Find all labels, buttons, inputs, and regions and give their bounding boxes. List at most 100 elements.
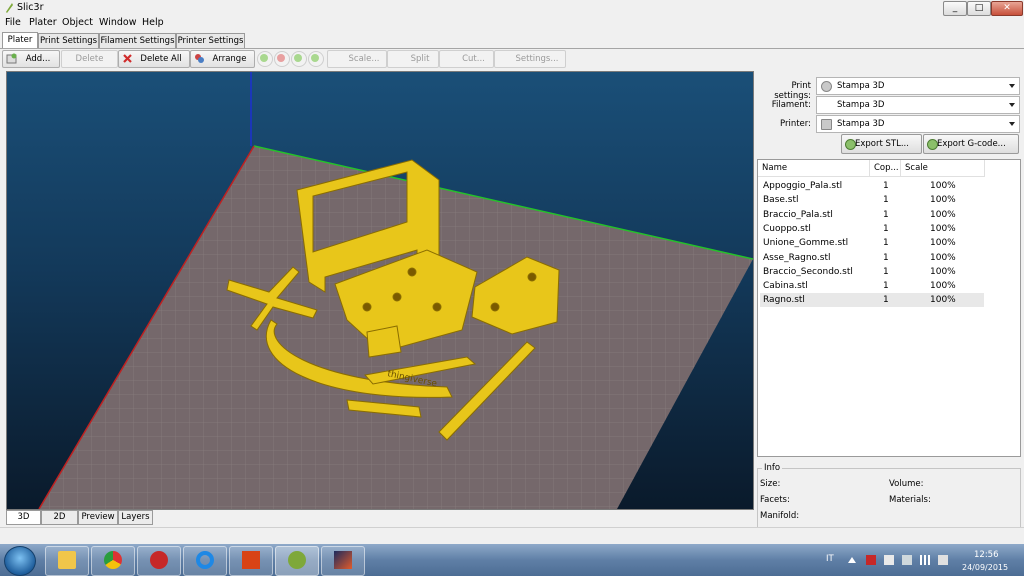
object-copies: 1 [883, 281, 889, 292]
menu-help[interactable]: Help [142, 17, 164, 28]
object-name: Asse_Ragno.stl [763, 252, 831, 263]
taskbar-explorer[interactable] [45, 546, 89, 576]
printer-select[interactable]: Stampa 3D [816, 115, 1020, 133]
menu-plater[interactable]: Plater [29, 17, 57, 28]
table-row[interactable]: Appoggio_Pala.stl 1 100% [760, 179, 984, 193]
table-row[interactable]: Asse_Ragno.stl 1 100% [760, 251, 984, 265]
object-scale: 100% [930, 181, 956, 191]
volume-icon[interactable] [938, 555, 948, 565]
printer-label: Printer: [780, 119, 811, 129]
folder-icon [58, 551, 76, 569]
window-title: Slic3r [17, 2, 44, 13]
delete-all-button[interactable]: Delete All [118, 50, 190, 68]
object-list[interactable]: Name Cop... Scale Appoggio_Pala.stl 1 100%… [757, 159, 1021, 457]
tab-plater[interactable]: Plater [2, 32, 38, 48]
menu-file[interactable]: File [5, 17, 21, 28]
scale-button[interactable]: Scale... [327, 50, 387, 68]
clock-date[interactable]: 24/09/2015 [962, 563, 1008, 572]
menu-window[interactable]: Window [99, 17, 136, 28]
maximize-button[interactable]: □ [967, 1, 991, 16]
tray-monitor-icon[interactable] [902, 555, 912, 565]
view-tab-preview[interactable]: Preview [78, 510, 118, 525]
object-scale: 100% [930, 238, 956, 249]
rotate-left-button[interactable] [291, 51, 307, 67]
table-row[interactable]: Ragno.stl 1 100% [760, 293, 984, 308]
tray-app-icon[interactable] [866, 555, 876, 565]
split-button[interactable]: Split [387, 50, 439, 68]
print-settings-select[interactable]: Stampa 3D [816, 77, 1020, 95]
column-header-scale[interactable]: Scale [901, 160, 985, 177]
slic3r-icon [288, 551, 306, 569]
object-copies: 1 [883, 209, 889, 220]
decrease-copies-button[interactable] [274, 51, 290, 67]
chrome-icon [104, 551, 122, 569]
filament-select[interactable]: Stampa 3D [816, 96, 1020, 114]
object-scale: 100% [930, 252, 956, 263]
add-icon [6, 53, 17, 64]
close-button[interactable]: ✕ [991, 1, 1023, 16]
column-header-name[interactable]: Name [758, 160, 870, 177]
table-row[interactable]: Braccio_Secondo.stl 1 100% [760, 265, 984, 279]
slic3r-logo-icon [6, 3, 13, 13]
taskbar-media[interactable] [321, 546, 365, 576]
chevron-down-icon [1009, 103, 1015, 107]
chevron-down-icon [1009, 84, 1015, 88]
clock-time[interactable]: 12:56 [974, 550, 999, 560]
ccleaner-icon [196, 551, 214, 569]
object-scale: 100% [930, 223, 956, 234]
language-indicator[interactable]: IT [826, 554, 834, 564]
settings-button[interactable]: Settings... [494, 50, 566, 68]
column-header-copies[interactable]: Cop... [870, 160, 901, 177]
delete-icon [123, 54, 132, 63]
taskbar-pdf[interactable] [137, 546, 181, 576]
start-button[interactable] [4, 546, 36, 576]
table-row[interactable]: Cuoppo.stl 1 100% [760, 222, 984, 236]
view-tab-layers[interactable]: Layers [118, 510, 153, 525]
delete-button[interactable]: Delete [61, 50, 118, 68]
printer-icon [821, 119, 832, 130]
add-button[interactable]: Add... [2, 50, 60, 68]
rotate-right-button[interactable] [308, 51, 324, 67]
taskbar-ccleaner[interactable] [183, 546, 227, 576]
arrange-button[interactable]: Arrange [190, 50, 255, 68]
object-name: Ragno.stl [763, 295, 805, 306]
object-scale: 100% [930, 209, 956, 220]
object-copies: 1 [883, 238, 889, 249]
tray-flag-icon[interactable] [884, 555, 894, 565]
export-stl-button[interactable]: Export STL... [841, 134, 922, 154]
chevron-down-icon [1009, 122, 1015, 126]
object-copies: 1 [883, 223, 889, 234]
cut-button[interactable]: Cut... [439, 50, 494, 68]
minimize-button[interactable]: _ [943, 1, 967, 16]
object-name: Unione_Gomme.stl [763, 238, 849, 249]
view-tab-2d[interactable]: 2D [41, 510, 78, 525]
info-panel: Info Size: Volume: Facets: Materials: Ma… [757, 463, 1021, 528]
object-copies: 1 [883, 295, 889, 306]
export-gcode-button[interactable]: Export G-code... [923, 134, 1019, 154]
network-icon[interactable] [920, 555, 930, 565]
volume-label: Volume: [889, 479, 924, 489]
manifold-label: Manifold: [760, 511, 800, 521]
3d-viewport[interactable]: thingiverse [6, 71, 754, 510]
taskbar-slic3r[interactable] [275, 546, 319, 576]
facets-label: Facets: [760, 495, 790, 505]
taskbar-chrome[interactable] [91, 546, 135, 576]
tray-expand-icon[interactable] [848, 557, 856, 563]
pdf-icon [150, 551, 168, 569]
object-copies: 1 [883, 252, 889, 263]
object-name: Base.stl [763, 195, 799, 206]
taskbar-reader[interactable] [229, 546, 273, 576]
tab-print-settings[interactable]: Print Settings [38, 33, 99, 48]
view-tab-3d[interactable]: 3D [6, 510, 41, 525]
tab-printer-settings[interactable]: Printer Settings [176, 33, 245, 48]
table-row[interactable]: Braccio_Pala.stl 1 100% [760, 208, 984, 222]
menu-bar: File Plater Object Window Help [0, 16, 1024, 31]
increase-copies-button[interactable] [257, 51, 273, 67]
model-appoggio-pala [366, 325, 402, 358]
table-row[interactable]: Cabina.stl 1 100% [760, 279, 984, 293]
object-scale: 100% [930, 281, 956, 292]
table-row[interactable]: Base.stl 1 100% [760, 193, 984, 207]
table-row[interactable]: Unione_Gomme.stl 1 100% [760, 236, 984, 250]
tab-filament-settings[interactable]: Filament Settings [99, 33, 176, 48]
menu-object[interactable]: Object [62, 17, 93, 28]
